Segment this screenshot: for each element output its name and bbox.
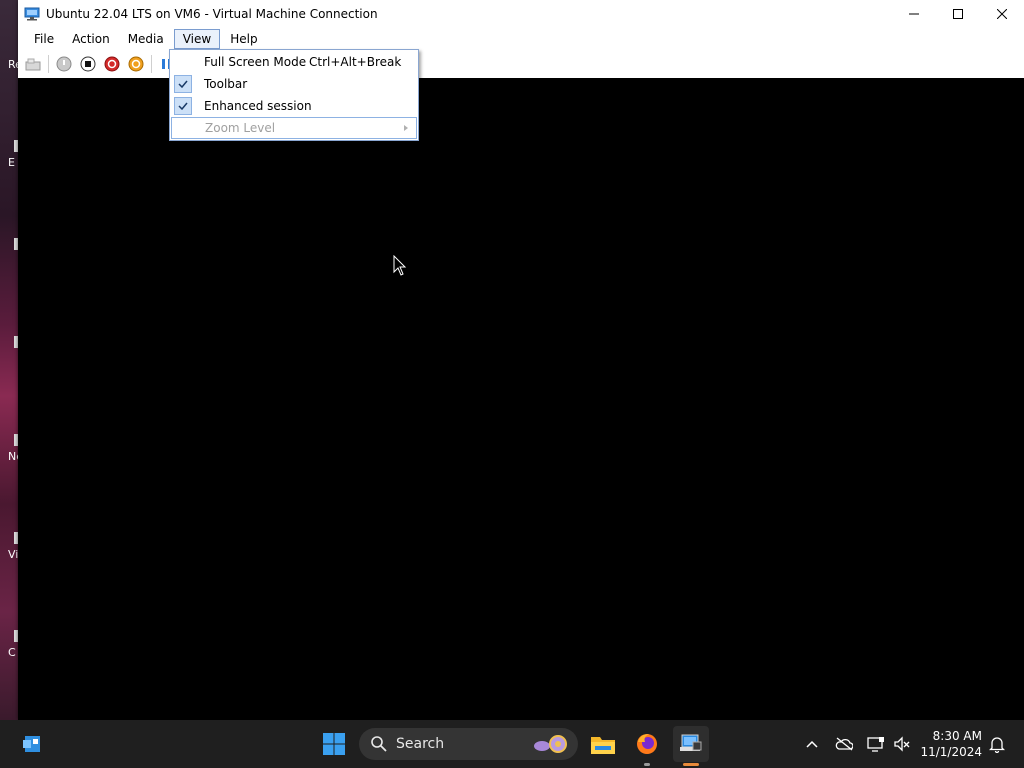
shut-down-icon bbox=[104, 56, 120, 72]
start-icon bbox=[56, 56, 72, 72]
taskbar-clock[interactable]: 8:30 AM 11/1/2024 bbox=[920, 728, 982, 760]
menu-item-full-screen[interactable]: Full Screen Mode Ctrl+Alt+Break bbox=[170, 51, 418, 73]
checkmark-icon bbox=[174, 75, 192, 93]
folder-icon bbox=[591, 737, 615, 754]
toolbar-separator bbox=[151, 55, 152, 73]
widgets-button[interactable] bbox=[16, 728, 48, 760]
turn-off-button[interactable] bbox=[79, 55, 97, 73]
menu-media[interactable]: Media bbox=[120, 29, 172, 49]
firefox-button[interactable] bbox=[631, 728, 663, 760]
firefox-icon bbox=[637, 734, 657, 754]
clock-time: 8:30 AM bbox=[932, 729, 982, 743]
ctrl-alt-del-icon bbox=[25, 58, 41, 71]
widgets-icon bbox=[23, 736, 40, 752]
network-icon bbox=[867, 737, 884, 752]
menu-file[interactable]: File bbox=[26, 29, 62, 49]
toolbar-separator bbox=[48, 55, 49, 73]
vm-connection-icon bbox=[24, 7, 40, 21]
volume-muted-icon bbox=[894, 736, 910, 752]
file-explorer-button[interactable] bbox=[587, 728, 619, 760]
submenu-arrow-icon bbox=[404, 125, 408, 131]
window-title: Ubuntu 22.04 LTS on VM6 - Virtual Machin… bbox=[46, 7, 378, 21]
turn-off-icon bbox=[80, 56, 96, 72]
title-bar[interactable]: Ubuntu 22.04 LTS on VM6 - Virtual Machin… bbox=[18, 0, 1024, 28]
menu-action[interactable]: Action bbox=[64, 29, 118, 49]
close-icon bbox=[997, 9, 1007, 19]
onedrive-button[interactable] bbox=[829, 728, 859, 760]
windows-logo-icon bbox=[323, 733, 345, 755]
full-screen-shortcut: Ctrl+Alt+Break bbox=[309, 55, 402, 69]
maximize-icon bbox=[953, 9, 963, 19]
notifications-button[interactable] bbox=[984, 728, 1010, 760]
save-button[interactable] bbox=[127, 55, 145, 73]
vm-connection-active-indicator bbox=[683, 763, 699, 766]
checkmark-icon bbox=[174, 97, 192, 115]
menu-item-zoom-level[interactable]: Zoom Level bbox=[171, 117, 417, 139]
mouse-cursor-icon bbox=[393, 255, 407, 276]
view-menu-dropdown: Full Screen Mode Ctrl+Alt+Break Toolbar … bbox=[169, 49, 419, 141]
menu-item-enhanced-session[interactable]: Enhanced session bbox=[170, 95, 418, 117]
search-highlight-icon bbox=[534, 735, 567, 753]
ctrl-alt-del-button[interactable] bbox=[24, 55, 42, 73]
taskbar: Search 8:30 AM 11/1/2024 bbox=[0, 720, 1024, 768]
save-icon bbox=[128, 56, 144, 72]
clock-date: 11/1/2024 bbox=[920, 745, 982, 759]
menu-bar: File Action Media View Help bbox=[18, 28, 1024, 50]
cloud-offline-icon bbox=[835, 737, 853, 751]
chevron-up-icon bbox=[806, 740, 818, 748]
menu-item-toolbar[interactable]: Toolbar bbox=[170, 73, 418, 95]
menu-help[interactable]: Help bbox=[222, 29, 265, 49]
vm-connection-icon bbox=[680, 734, 702, 751]
volume-button[interactable] bbox=[887, 728, 917, 760]
menu-view[interactable]: View bbox=[173, 29, 221, 49]
bell-icon bbox=[989, 737, 1005, 753]
close-button[interactable] bbox=[980, 0, 1024, 28]
search-icon bbox=[371, 736, 387, 752]
show-hidden-icons-button[interactable] bbox=[797, 728, 827, 760]
minimize-button[interactable] bbox=[892, 0, 936, 28]
start-button[interactable] bbox=[55, 55, 73, 73]
minimize-icon bbox=[909, 13, 919, 15]
vm-screen[interactable] bbox=[18, 78, 1024, 720]
firefox-running-indicator bbox=[644, 763, 650, 766]
shut-down-button[interactable] bbox=[103, 55, 121, 73]
vm-connection-taskbar-button[interactable] bbox=[673, 726, 709, 762]
start-menu-button[interactable] bbox=[318, 728, 350, 760]
taskbar-search-box[interactable]: Search bbox=[359, 728, 578, 760]
maximize-button[interactable] bbox=[936, 0, 980, 28]
